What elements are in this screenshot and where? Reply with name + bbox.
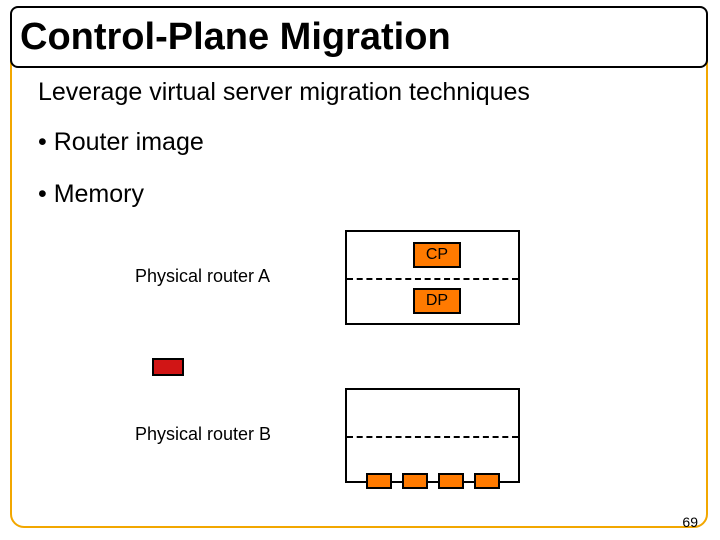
cp-label: CP <box>426 246 448 264</box>
router-b-port <box>474 473 500 489</box>
router-b-box <box>345 388 520 483</box>
bullet-router-image: • Router image <box>38 128 204 157</box>
router-b-port <box>402 473 428 489</box>
subtitle-text: Leverage virtual server migration techni… <box>38 78 530 107</box>
router-b-label: Physical router B <box>135 424 271 445</box>
router-a-box: CP DP <box>345 230 520 325</box>
router-a-label: Physical router A <box>135 266 270 287</box>
cp-box: CP <box>413 242 461 268</box>
router-b-divider <box>347 436 518 438</box>
router-b-port <box>366 473 392 489</box>
router-a-divider <box>347 278 518 280</box>
slide-title: Control-Plane Migration <box>20 16 451 59</box>
page-number: 69 <box>682 514 698 530</box>
router-b-port <box>438 473 464 489</box>
dp-box: DP <box>413 288 461 314</box>
legend-red-box <box>152 358 184 376</box>
dp-label: DP <box>426 292 448 310</box>
title-box: Control-Plane Migration <box>10 6 708 68</box>
bullet-memory: • Memory <box>38 180 144 209</box>
router-b-port-row <box>366 473 500 489</box>
